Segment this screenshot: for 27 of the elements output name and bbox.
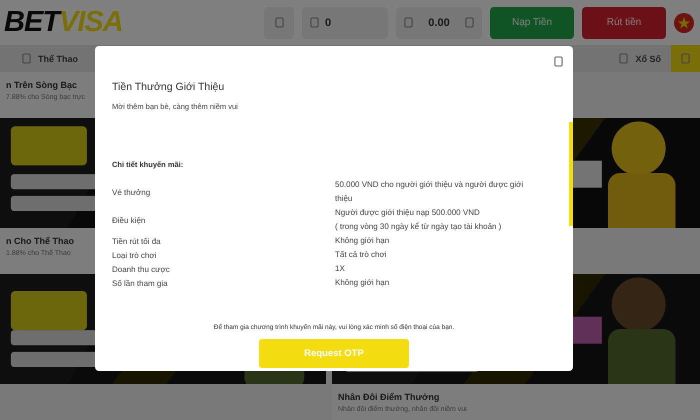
promo-title: Nhân Đôi Điểm Thưởng [338, 392, 440, 402]
nav-tab[interactable]: Thể Thao [12, 45, 88, 72]
detail-label: Loại trò chơi [112, 250, 158, 260]
detail-label: Tiền rút tối đa [112, 236, 162, 246]
promo-title: n Cho Thể Thao [6, 236, 74, 246]
nav-tab[interactable] [671, 45, 700, 72]
detail-label: Doanh thu cược [112, 264, 171, 274]
detail-label: Số lần tham gia [112, 278, 169, 288]
balance-field: 0.00 [396, 6, 482, 38]
detail-label: Điều kiện [112, 216, 146, 224]
flag-icon[interactable] [674, 12, 694, 32]
deposit-button[interactable]: Nạp Tiền [490, 6, 574, 38]
logo[interactable]: BETVISA [4, 6, 123, 39]
scrollbar-thumb[interactable] [569, 122, 573, 226]
detail-value: Tất cả trò chơi [335, 249, 388, 261]
icon-button[interactable] [264, 6, 294, 38]
detail-value: Không giới hạn [335, 235, 390, 247]
detail-value: Người được giới thiệu nạp 500.000 VND ( trong vòng 30 ngày kể từ ngày tạo tài khoản ) [335, 207, 502, 233]
withdraw-button[interactable]: Rút tiền [582, 6, 666, 38]
detail-value: 1X [335, 263, 346, 275]
detail-value: Không giới hạn [335, 277, 390, 289]
detail-label: Vé thưởng [112, 188, 152, 196]
promo-title: n Trên Sòng Bạc [6, 80, 78, 90]
nav-tab[interactable]: Xổ Số [609, 45, 671, 72]
dialog-title: Tiền Thưởng Giới Thiệu [112, 81, 226, 93]
detail-value: 50.000 VND cho người giới thiệu và người được giới thiệu [335, 179, 524, 205]
balance-field: 0 [302, 6, 388, 38]
